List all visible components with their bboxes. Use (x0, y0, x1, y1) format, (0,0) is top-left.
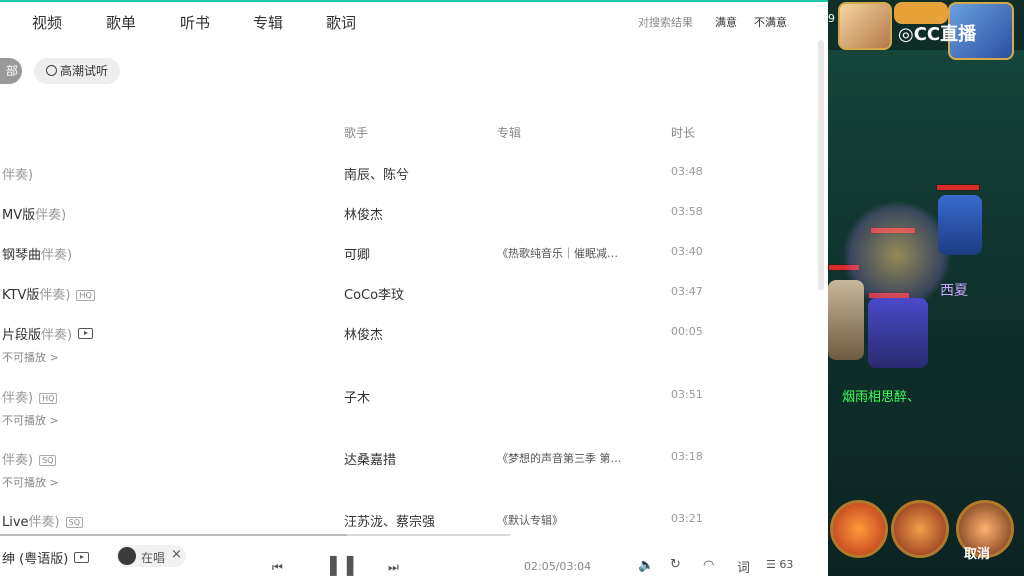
tab-audiobook[interactable]: 听书 (180, 12, 210, 33)
song-row[interactable]: 钢琴曲伴奏) 可卿 《热歌纯音乐｜催眠减… 03:40 (0, 244, 800, 284)
song-artist[interactable]: 达桑嘉措 (344, 449, 396, 468)
playback-time: 02:05/03:04 (524, 560, 592, 573)
player-character-sprite (868, 298, 928, 368)
song-album[interactable]: 《梦想的声音第三季 第… (497, 450, 637, 466)
song-duration: 03:47 (671, 285, 703, 298)
song-artist[interactable]: 子木 (344, 387, 370, 406)
highlight-preview-label: 高潮试听 (60, 64, 109, 78)
singing-label: 在唱 (141, 551, 166, 565)
skill-fire-button[interactable] (830, 500, 888, 558)
volume-icon[interactable]: 🔈 (638, 558, 654, 573)
quality-badge: HQ (76, 290, 95, 301)
song-row[interactable]: 伴奏) 南辰、陈兮 03:48 (0, 164, 800, 204)
song-row[interactable]: 片段版伴奏) 不可播放 > 林俊杰 00:05 (0, 324, 800, 364)
cancel-button[interactable]: 取消 (964, 543, 990, 562)
player-name-label: 烟雨相思醉、 (842, 390, 921, 405)
song-artist[interactable]: 林俊杰 (344, 204, 383, 223)
song-title[interactable]: KTV版伴奏) HQ (2, 284, 95, 303)
song-artist[interactable]: 林俊杰 (344, 324, 383, 343)
quality-badge: HQ (39, 393, 58, 404)
highlight-preview-chip[interactable]: 高潮试听 (34, 58, 120, 84)
song-row[interactable]: MV版伴奏) 林俊杰 03:58 (0, 204, 800, 244)
music-app: 视频 歌单 听书 专辑 歌词 对搜索结果 满意 不满意 部 高潮试听 歌手 专辑… (0, 0, 828, 576)
repeat-icon[interactable]: ↻ (670, 557, 681, 572)
pause-icon[interactable]: ❚❚ (325, 552, 359, 576)
playlist-count: 63 (779, 558, 794, 571)
song-duration: 03:51 (671, 388, 703, 401)
song-duration: 03:18 (671, 450, 703, 463)
song-title[interactable]: 钢琴曲伴奏) (2, 244, 72, 263)
song-title[interactable]: Live伴奏) SQ (2, 511, 83, 530)
tab-lyrics[interactable]: 歌词 (326, 12, 356, 33)
song-album[interactable]: 《热歌纯音乐｜催眠减… (497, 245, 637, 261)
unavailable-link[interactable]: 不可播放 > (2, 474, 59, 490)
cc-live-logo: ◎CC直播 (898, 24, 977, 45)
playlist-button[interactable]: ☰ 63 (766, 558, 793, 571)
column-header-album[interactable]: 专辑 (497, 124, 521, 141)
filter-all-chip[interactable]: 部 (0, 58, 22, 84)
unavailable-link[interactable]: 不可播放 > (2, 349, 59, 365)
quality-badge: SQ (65, 517, 83, 528)
previous-icon[interactable]: ⏮ (272, 560, 283, 575)
enemy-hp-bar (936, 184, 980, 191)
mv-icon[interactable] (78, 328, 94, 339)
floating-combat-text: 西夏 (940, 283, 968, 299)
song-artist[interactable]: CoCo李玟 (344, 284, 404, 303)
song-title[interactable]: 片段版伴奏) (2, 324, 94, 343)
tab-playlist[interactable]: 歌单 (106, 12, 136, 33)
song-row[interactable]: 伴奏) SQ 不可播放 > 达桑嘉措 《梦想的声音第三季 第… 03:18 (0, 449, 800, 489)
song-title[interactable]: 伴奏) SQ (2, 449, 57, 468)
quality-badge: SQ (39, 455, 57, 466)
song-artist[interactable]: 汪苏泷、蔡宗强 (344, 511, 435, 530)
tab-album[interactable]: 专辑 (253, 12, 283, 33)
enemy-sprite (938, 195, 982, 255)
song-duration: 03:48 (671, 165, 703, 178)
unavailable-link[interactable]: 不可播放 > (2, 412, 59, 428)
song-duration: 00:05 (671, 325, 703, 338)
song-artist[interactable]: 南辰、陈兮 (344, 164, 409, 183)
singing-pill[interactable]: 在唱 × (116, 545, 186, 567)
hero-portrait-icon[interactable] (838, 2, 892, 50)
column-header-artist[interactable]: 歌手 (344, 124, 368, 141)
headphones-icon[interactable]: ◠ (703, 558, 714, 573)
song-duration: 03:40 (671, 245, 703, 258)
next-icon[interactable]: ⏭ (388, 560, 399, 575)
close-icon[interactable]: × (171, 547, 182, 562)
feedback-question: 对搜索结果 (638, 16, 693, 29)
unsatisfied-button[interactable]: 不满意 (754, 14, 787, 30)
game-stream-panel: 9 ◎CC直播 西夏 烟雨相思醉、 取消 (828, 0, 1024, 576)
song-artist[interactable]: 可卿 (344, 244, 370, 263)
preview-icon (46, 65, 57, 76)
song-album[interactable]: 《默认专辑》 (497, 512, 637, 528)
level-digit: 9 (828, 12, 835, 25)
song-title[interactable]: MV版伴奏) (2, 204, 66, 223)
tab-video[interactable]: 视频 (32, 12, 62, 33)
lyrics-button[interactable]: 词 (737, 557, 750, 576)
skill-strike-button[interactable] (891, 500, 949, 558)
song-duration: 03:21 (671, 512, 703, 525)
avatar (118, 547, 136, 565)
playlist-icon: ☰ (766, 558, 776, 571)
song-title[interactable]: 伴奏) HQ (2, 387, 58, 406)
song-title[interactable]: 伴奏) (2, 164, 33, 183)
search-type-tabs: 视频 歌单 听书 专辑 歌词 对搜索结果 满意 不满意 (0, 0, 828, 44)
mv-icon[interactable] (74, 552, 90, 563)
song-row[interactable]: 伴奏) HQ 不可播放 > 子木 03:51 (0, 387, 800, 427)
song-duration: 03:58 (671, 205, 703, 218)
cc-logo-icon: ◎ (898, 24, 914, 45)
vertical-scrollbar[interactable] (818, 40, 824, 290)
satisfied-button[interactable]: 满意 (715, 14, 737, 30)
now-playing-title[interactable]: 绅 (粤语版) (2, 548, 90, 567)
column-header-duration[interactable]: 时长 (671, 124, 695, 141)
enemy-sprite (828, 280, 864, 360)
song-row[interactable]: KTV版伴奏) HQ CoCo李玟 03:47 (0, 284, 800, 324)
